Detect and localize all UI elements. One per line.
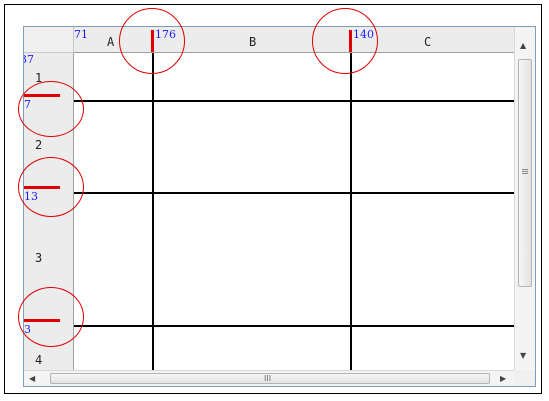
- horizontal-scroll-grip: III: [264, 374, 272, 383]
- highlight-circle-column-c-width: [312, 8, 378, 74]
- column-header-c[interactable]: C: [424, 35, 431, 49]
- scroll-grip-icon: [522, 169, 528, 170]
- screenshot-frame: 71 A 176 B 140 C 1 77 2 113 3 63 4 37: [4, 4, 542, 394]
- scrollbar-corner: [514, 370, 535, 386]
- vertical-scroll-thumb[interactable]: [518, 59, 532, 287]
- row-divider-1-2[interactable]: [74, 100, 514, 102]
- scroll-down-arrow-icon[interactable]: ▼: [520, 351, 526, 361]
- cell-area[interactable]: [74, 53, 514, 370]
- grid-corner-cell[interactable]: [24, 27, 74, 53]
- row-divider-3-4[interactable]: [74, 325, 514, 327]
- vertical-scrollbar[interactable]: ▲ ▼: [514, 27, 535, 370]
- row-divider-2-3[interactable]: [74, 192, 514, 194]
- column-a-width: 71: [74, 28, 88, 41]
- row-header-2[interactable]: 2: [35, 138, 42, 152]
- row-header-3[interactable]: 3: [35, 251, 42, 265]
- scroll-right-arrow-icon[interactable]: ▶: [500, 374, 506, 384]
- highlight-circle-row-3-height: [18, 157, 84, 217]
- highlight-circle-column-b-width: [119, 8, 185, 74]
- column-header-b[interactable]: B: [249, 35, 256, 49]
- row-1-height: 37: [24, 53, 34, 66]
- row-header-4[interactable]: 4: [35, 353, 42, 367]
- scroll-grip-line: [522, 171, 528, 172]
- highlight-circle-row-4-height: [18, 287, 84, 347]
- column-header-a[interactable]: A: [107, 35, 114, 49]
- highlight-circle-row-2-height: [18, 81, 84, 137]
- scroll-left-arrow-icon[interactable]: ◀: [29, 374, 35, 384]
- horizontal-scrollbar[interactable]: ◀ III ▶: [24, 370, 514, 386]
- scroll-up-arrow-icon[interactable]: ▲: [520, 41, 526, 51]
- horizontal-scroll-thumb[interactable]: III: [50, 373, 490, 384]
- grid-control[interactable]: 71 A 176 B 140 C 1 77 2 113 3 63 4 37: [23, 26, 536, 387]
- scroll-grip-line: [522, 173, 528, 174]
